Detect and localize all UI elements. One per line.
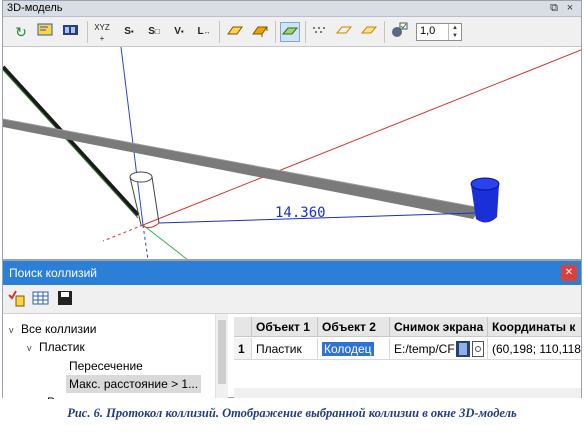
tree-item-label: Макс. расстояние > 1... bbox=[69, 377, 199, 391]
model-3d-toolbar: ↻ XYZ + S▪ S□ V▪ L↔ 1,0 ▲ ▼ bbox=[3, 17, 581, 47]
column-header-coordinates[interactable]: Координаты к bbox=[488, 317, 581, 337]
snap-v-button[interactable]: V▪ bbox=[169, 22, 189, 42]
cell-object1[interactable]: Пластик bbox=[252, 338, 318, 360]
model-3d-scene: 14.360 bbox=[3, 47, 581, 259]
collision-search-panel: Поиск коллизий ✕ v Все коллизии v Пластик … bbox=[2, 260, 582, 399]
collision-title: Поиск коллизий bbox=[9, 266, 97, 280]
restore-icon[interactable]: ⧉ bbox=[547, 1, 561, 15]
cell-coordinates[interactable]: (60,198; 110,118 bbox=[488, 338, 581, 360]
spinner-arrows-icon[interactable]: ▲ ▼ bbox=[448, 24, 461, 40]
close-icon[interactable]: ✕ bbox=[561, 265, 577, 281]
tree-item-partial[interactable]: Р bbox=[47, 393, 55, 399]
save-icon[interactable] bbox=[55, 289, 75, 309]
snap-so-label: S bbox=[148, 26, 155, 37]
scroll-thumb[interactable] bbox=[218, 320, 226, 384]
z-axis-negative bbox=[142, 224, 149, 259]
x-axis-negative bbox=[102, 224, 144, 242]
collision-titlebar: Поиск коллизий ✕ bbox=[3, 261, 581, 285]
collision-table: Объект 1 Объект 2 Снимок экрана Координа… bbox=[234, 314, 581, 398]
model-3d-titlebar: 3D-модель ⧉ × bbox=[3, 1, 581, 17]
snap-s-label: S bbox=[124, 26, 131, 37]
cell-object2-value: Колодец bbox=[322, 342, 374, 356]
tree-item-label: Пересечение bbox=[69, 359, 143, 373]
xyz-label: XYZ bbox=[94, 23, 110, 32]
refresh-icon[interactable]: ↻ bbox=[11, 22, 31, 42]
light-sphere-icon[interactable] bbox=[389, 22, 409, 42]
model-3d-window: 3D-модель ⧉ × ↻ XYZ + S▪ S□ V▪ L↔ 1,0 ▲ … bbox=[2, 0, 582, 260]
snap-s-button[interactable]: S▪ bbox=[119, 22, 139, 42]
close-icon[interactable]: × bbox=[563, 1, 577, 15]
tree-scrollbar[interactable] bbox=[215, 314, 228, 398]
tree-item-all[interactable]: v Все коллизии bbox=[9, 320, 96, 338]
tree-item-max-distance[interactable]: Макс. расстояние > 1... bbox=[66, 375, 202, 393]
preview-icon[interactable] bbox=[472, 341, 484, 359]
box-solid-icon[interactable] bbox=[250, 22, 270, 42]
tree-item-label: Пластик bbox=[39, 340, 85, 354]
check-list-icon[interactable] bbox=[7, 289, 27, 309]
snap-v-label: V bbox=[174, 26, 181, 37]
column-header-object2[interactable]: Объект 2 bbox=[318, 317, 390, 337]
model-3d-title: 3D-модель bbox=[7, 2, 63, 14]
tree-item-intersection[interactable]: Пересечение bbox=[69, 357, 143, 375]
zoom-spinner[interactable]: 1,0 ▲ ▼ bbox=[416, 23, 462, 41]
x-axis-line bbox=[142, 49, 581, 226]
cell-snapshot[interactable]: E:/temp/CF bbox=[390, 338, 488, 360]
tree-item-plastic[interactable]: v Пластик bbox=[27, 338, 85, 356]
filled-box-icon[interactable] bbox=[359, 22, 379, 42]
zoom-value: 1,0 bbox=[420, 25, 436, 37]
expand-icon[interactable]: v bbox=[27, 339, 39, 357]
table-hscrollbar[interactable] bbox=[234, 388, 581, 398]
cell-snapshot-value: E:/temp/CF bbox=[394, 342, 455, 356]
film-icon[interactable] bbox=[456, 341, 470, 359]
collision-toolbar bbox=[3, 285, 581, 314]
snap-so-button[interactable]: S□ bbox=[144, 22, 164, 42]
cell-object2[interactable]: Колодец bbox=[318, 338, 390, 360]
box-highlight-icon[interactable] bbox=[280, 22, 300, 42]
box-view-icon[interactable] bbox=[225, 22, 245, 42]
sync-view-icon[interactable] bbox=[36, 22, 56, 42]
dimension-label: 14.360 bbox=[275, 205, 326, 221]
gray-pipe bbox=[3, 119, 481, 219]
tree-item-label: Все коллизии bbox=[21, 322, 97, 336]
tree-item-label: Р bbox=[47, 395, 55, 399]
xyz-coordinates-button[interactable]: XYZ + bbox=[92, 22, 112, 43]
column-header-num[interactable] bbox=[234, 317, 252, 337]
measure-length-button[interactable]: L↔ bbox=[194, 22, 214, 42]
model-3d-viewport[interactable]: 14.360 bbox=[3, 47, 581, 259]
y-axis-line bbox=[142, 224, 188, 259]
expand-icon[interactable]: v bbox=[9, 321, 21, 339]
column-header-snapshot[interactable]: Снимок экрана bbox=[390, 317, 488, 337]
outline-box-icon[interactable] bbox=[334, 22, 354, 42]
table-grid-icon[interactable] bbox=[31, 289, 51, 309]
column-header-object1[interactable]: Объект 1 bbox=[252, 317, 318, 337]
figure-caption: Рис. 6. Протокол коллизий. Отображение в… bbox=[67, 406, 517, 420]
filmstrip-icon[interactable] bbox=[61, 22, 81, 42]
well-cylinder bbox=[129, 171, 160, 229]
collision-tree: v Все коллизии v Пластик Пересечение Макс.… bbox=[3, 314, 228, 399]
dots-grid-icon[interactable] bbox=[309, 22, 329, 42]
row-number[interactable]: 1 bbox=[234, 338, 252, 360]
